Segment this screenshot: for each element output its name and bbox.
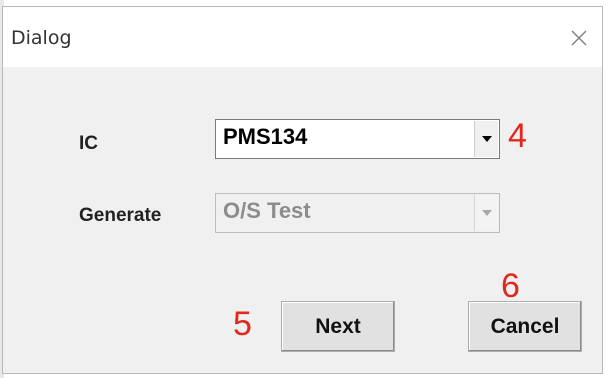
generate-dropdown-value: O/S Test xyxy=(223,198,311,223)
ic-dropdown-button[interactable] xyxy=(474,121,498,157)
title-bar: Dialog xyxy=(3,7,602,67)
ic-dropdown-value: PMS134 xyxy=(223,124,308,149)
annotation-marker-5: 5 xyxy=(233,305,252,343)
generate-dropdown-button[interactable] xyxy=(474,195,498,231)
next-button[interactable]: Next xyxy=(281,301,395,352)
dialog-window: Dialog IC PMS134 4 Generate O/S Test 5 N… xyxy=(2,6,603,374)
ic-label: IC xyxy=(79,133,98,154)
generate-dropdown[interactable]: O/S Test xyxy=(215,193,500,233)
chevron-down-icon xyxy=(481,210,492,216)
ic-dropdown[interactable]: PMS134 xyxy=(215,119,500,159)
close-button[interactable] xyxy=(562,21,596,55)
chevron-down-icon xyxy=(481,136,492,142)
window-title: Dialog xyxy=(11,27,72,49)
close-icon xyxy=(571,30,587,46)
cancel-button[interactable]: Cancel xyxy=(468,301,582,352)
annotation-marker-4: 4 xyxy=(508,117,527,155)
generate-label: Generate xyxy=(79,205,162,226)
